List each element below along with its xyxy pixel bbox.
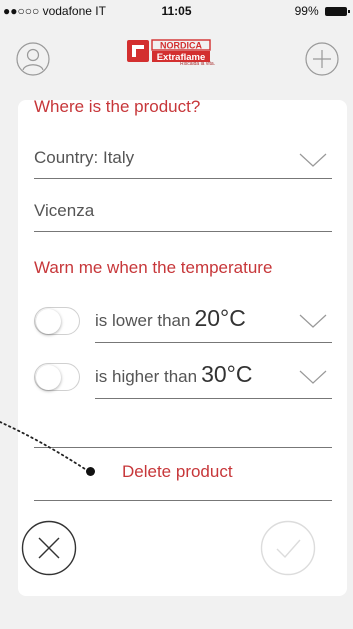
annotation-dot: [86, 467, 95, 476]
delete-product-button[interactable]: Delete product: [122, 462, 233, 482]
divider: [34, 500, 332, 501]
check-circle-icon[interactable]: [260, 520, 316, 576]
close-circle-icon[interactable]: [21, 520, 77, 576]
